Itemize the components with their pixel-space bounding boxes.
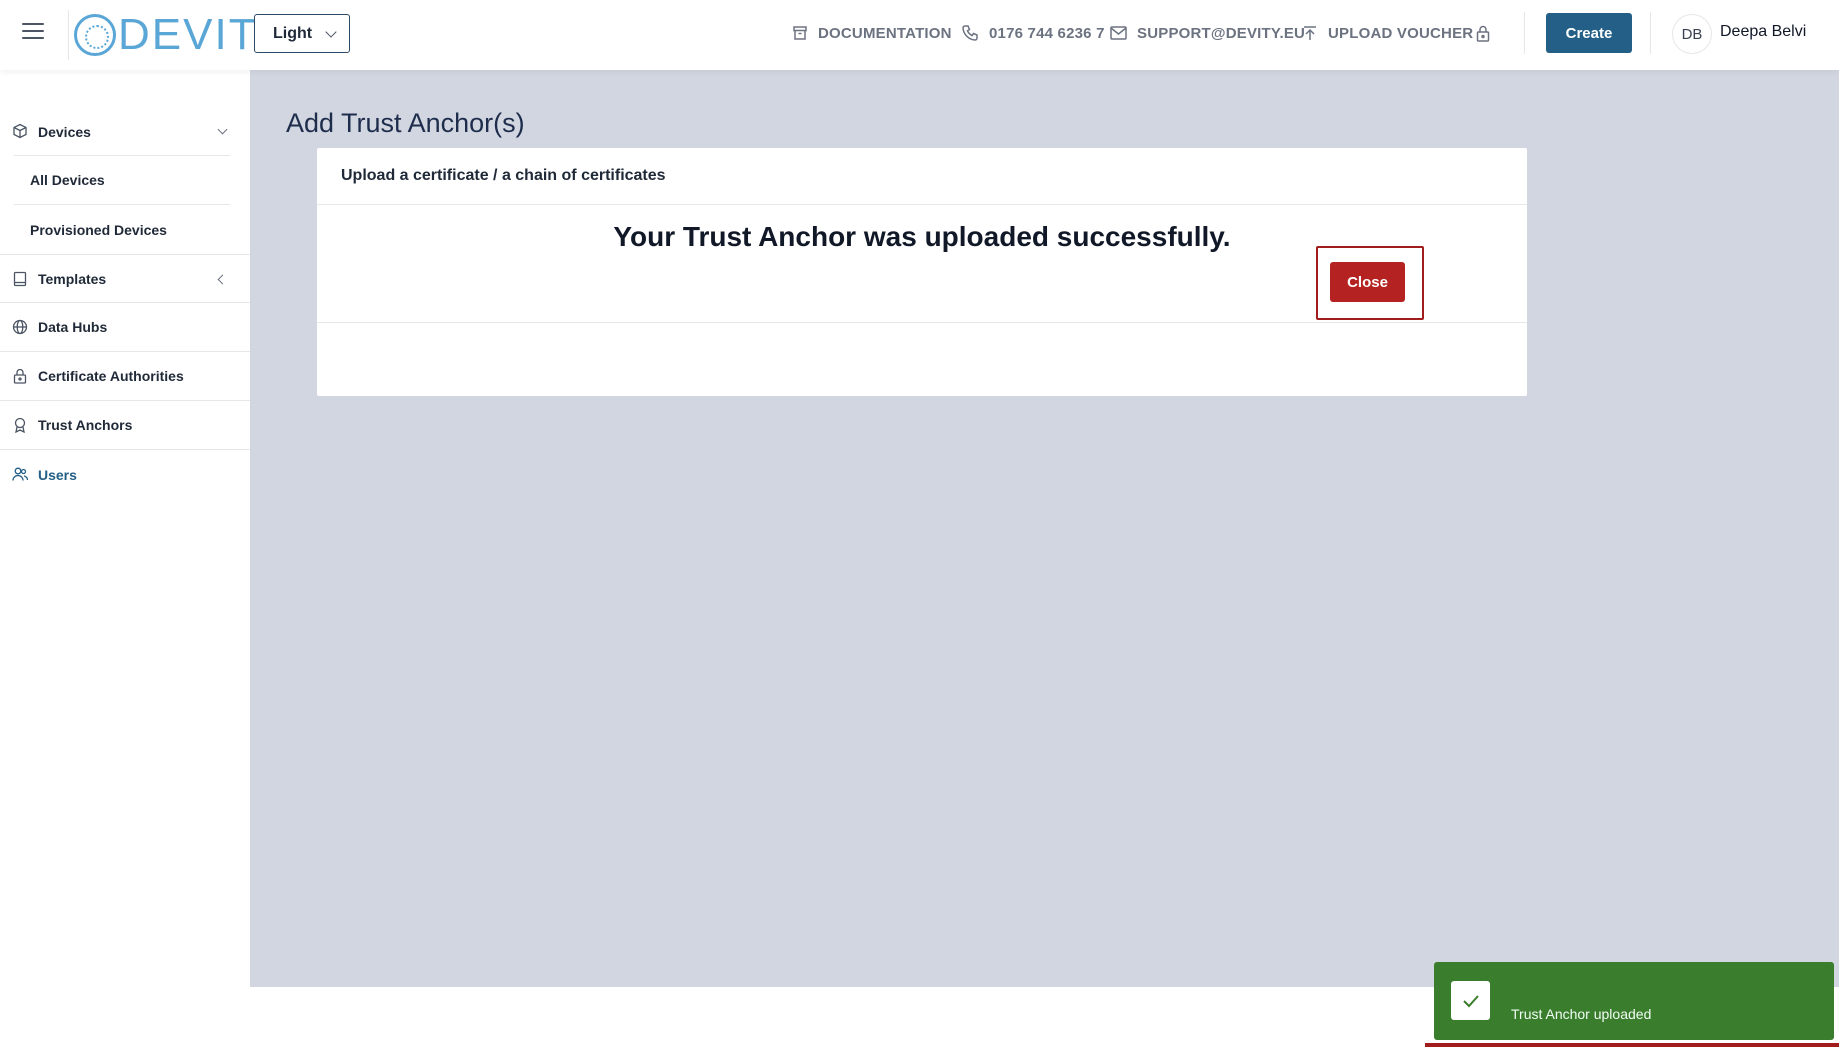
- chevron-left-icon: [217, 274, 228, 285]
- documentation-link[interactable]: DOCUMENTATION: [792, 25, 952, 42]
- archive-icon: [793, 26, 807, 40]
- logo-divider: [68, 10, 69, 60]
- theme-select[interactable]: Light: [254, 14, 350, 53]
- check-icon: [1451, 981, 1490, 1020]
- sidebar-item-users[interactable]: Users: [0, 450, 250, 499]
- sidebar-devices-divider: [14, 106, 230, 156]
- toast-progress-bar: [1425, 1043, 1839, 1047]
- sidebar: Devices All Devices Provisioned Devices …: [0, 70, 250, 1047]
- user-name[interactable]: Deepa Belvi: [1720, 23, 1806, 41]
- lock-button[interactable]: [1476, 25, 1500, 42]
- toast-message: Trust Anchor uploaded: [1511, 1006, 1652, 1022]
- sidebar-item-label: Certificate Authorities: [38, 368, 184, 384]
- top-header: DEVITY Light DOCUMENTATION 0176 744 6236…: [0, 0, 1839, 70]
- sidebar-item-label: All Devices: [30, 172, 105, 188]
- menu-icon[interactable]: [22, 23, 44, 41]
- create-button[interactable]: Create: [1546, 13, 1632, 53]
- sidebar-item-trust-anchors[interactable]: Trust Anchors: [0, 401, 250, 450]
- lock-icon: [1476, 25, 1490, 42]
- close-button[interactable]: Close: [1330, 262, 1405, 302]
- email-link[interactable]: SUPPORT@DEVITY.EU: [1110, 25, 1305, 42]
- main-content: Add Trust Anchor(s) Upload a certificate…: [250, 70, 1839, 987]
- sidebar-item-provisioned-devices[interactable]: Provisioned Devices: [14, 205, 230, 254]
- sidebar-item-data-hubs[interactable]: Data Hubs: [0, 303, 250, 352]
- sidebar-item-label: Users: [38, 466, 77, 483]
- avatar[interactable]: DB: [1672, 14, 1712, 54]
- phone-link[interactable]: 0176 744 6236 7: [961, 24, 1105, 42]
- theme-select-value: Light: [273, 24, 313, 42]
- sidebar-item-label: Provisioned Devices: [30, 221, 167, 238]
- documentation-label: DOCUMENTATION: [818, 24, 952, 42]
- card-header: Upload a certificate / a chain of certif…: [317, 148, 1527, 205]
- sidebar-item-label: Data Hubs: [38, 319, 108, 335]
- email-label: SUPPORT@DEVITY.EU: [1137, 24, 1306, 42]
- phone-icon: [962, 25, 978, 41]
- chevron-down-icon: [325, 26, 337, 38]
- sidebar-item-label: Trust Anchors: [38, 417, 133, 433]
- lock-icon: [13, 368, 27, 384]
- users-icon: [12, 467, 28, 481]
- upload-icon: [1304, 26, 1316, 40]
- phone-label: 0176 744 6236 7: [989, 24, 1105, 42]
- sidebar-item-templates[interactable]: Templates: [0, 254, 250, 303]
- sidebar-item-label: Templates: [38, 270, 107, 287]
- page-title: Add Trust Anchor(s): [286, 108, 525, 138]
- sidebar-item-certificate-authorities[interactable]: Certificate Authorities: [0, 352, 250, 401]
- sidebar-item-all-devices[interactable]: All Devices: [14, 156, 230, 205]
- logo-emblem-icon: [74, 14, 116, 56]
- header-divider: [1524, 12, 1525, 54]
- success-toast[interactable]: Trust Anchor uploaded: [1434, 962, 1834, 1040]
- upload-voucher-label: UPLOAD VOUCHER: [1328, 24, 1474, 42]
- mail-icon: [1110, 26, 1127, 40]
- award-icon: [14, 417, 26, 433]
- globe-icon: [12, 319, 28, 335]
- header-divider: [1650, 12, 1651, 54]
- book-icon: [13, 271, 27, 287]
- upload-voucher-link[interactable]: UPLOAD VOUCHER: [1302, 25, 1473, 42]
